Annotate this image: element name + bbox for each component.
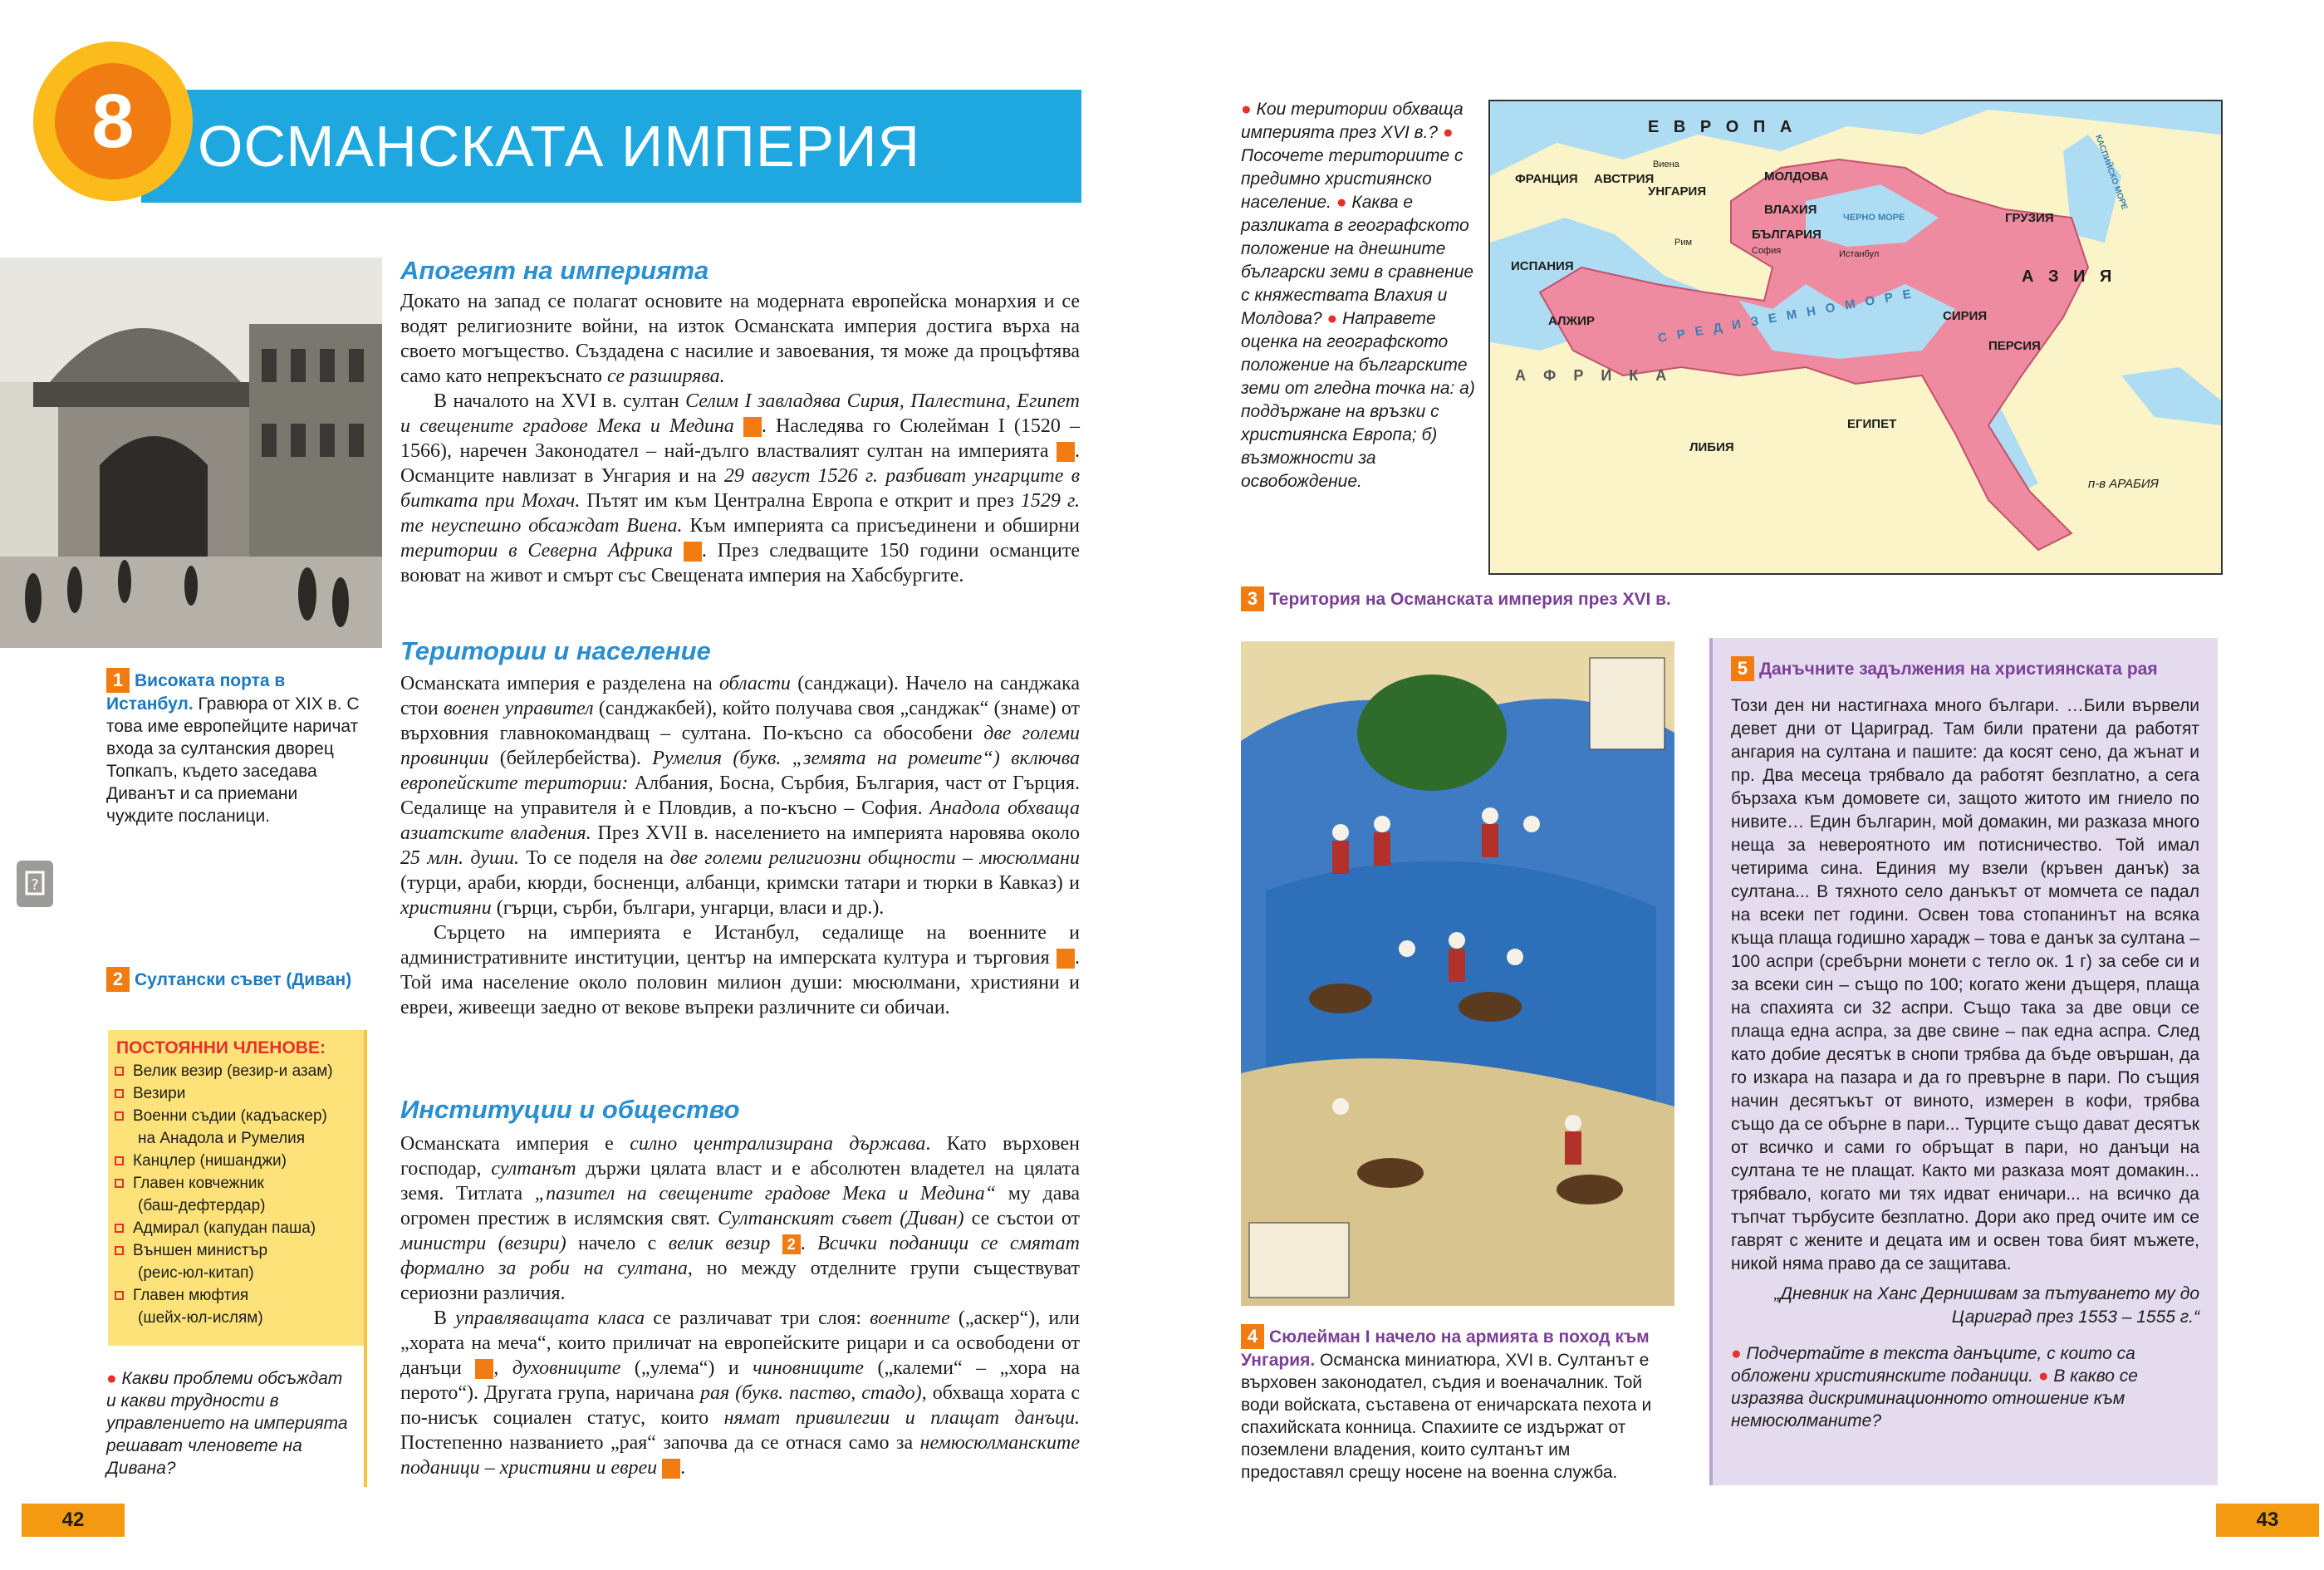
tax-source-box: 5 Данъчните задължения на християнската р…	[1713, 638, 2218, 1485]
map-label-istanbul: Истанбул	[1839, 249, 1880, 259]
map-question-3: Каква е разликата в географското положен…	[1241, 193, 1474, 328]
map-label-hungary: УНГАРИЯ	[1648, 184, 1707, 199]
tax-questions: ● Подчертайте в текста данъците, с които…	[1731, 1344, 2138, 1430]
bullet-square-icon	[115, 1246, 124, 1255]
bullet-square-icon	[115, 1089, 124, 1098]
divan-member-label: Адмирал (капудан паша)	[133, 1219, 316, 1237]
caption-3-number: 3	[1241, 586, 1264, 611]
divan-member: на Анадола и Румелия	[108, 1127, 364, 1150]
caption-3: 3 Територия на Османската империя през XV…	[1241, 586, 1706, 611]
divan-member: (баш-дефтердар)	[108, 1195, 364, 1217]
map-label-egypt: ЕГИПЕТ	[1847, 417, 1897, 431]
caption-1: 1 Високата порта в Истанбул. Гравюра от X…	[106, 668, 364, 827]
divan-member: Адмирал (капудан паша)	[108, 1217, 364, 1239]
map-label-france: ФРАНЦИЯ	[1515, 172, 1578, 186]
caption-4-text: Османска миниатюра, XVI в. Султанът е въ…	[1241, 1351, 1652, 1482]
map-question-1: Кои територии обхваща империята през XVI…	[1241, 100, 1464, 142]
chapter-number: 8	[55, 63, 171, 179]
divan-member-label: Главен ковчежник	[133, 1175, 264, 1192]
divan-members-box: ПОСТОЯННИ ЧЛЕНОВЕ: Велик везир (везир-и …	[108, 1030, 364, 1346]
map-label-black-sea: ЧЕРНО МОРЕ	[1843, 213, 1905, 223]
map-label-syria: СИРИЯ	[1943, 309, 1988, 323]
divan-member-label: Везири	[133, 1085, 186, 1102]
divan-member: Военни съдии (кадъаскер)	[108, 1105, 364, 1127]
map-label-moldova: МОЛДОВА	[1764, 169, 1829, 184]
tax-source-text: Този ден ни настигнаха много българи. …Б…	[1731, 696, 2199, 1273]
divan-member: Главен мюфтия	[108, 1284, 364, 1307]
map-label-bulgaria: БЪЛГАРИЯ	[1752, 228, 1821, 242]
caption-3-title: Територия на Османската империя през XVI…	[1269, 590, 1671, 609]
caption-5: 5 Данъчните задължения на християнската р…	[1731, 656, 2204, 681]
map-label-africa: А Ф Р И К А	[1515, 367, 1674, 384]
bullet-square-icon	[115, 1111, 124, 1121]
map-label-sofia: София	[1752, 246, 1782, 256]
page-number-left: 42	[22, 1504, 125, 1537]
map-questions: ● Кои територии обхваща империята през X…	[1241, 100, 1475, 491]
map-label-wallachia: ВЛАХИЯ	[1764, 203, 1817, 217]
section-2-title: Територии и население	[400, 636, 711, 665]
section-3-title: Институции и общество	[400, 1095, 740, 1124]
source-box-rule	[1709, 638, 1713, 1485]
svg-text:?: ?	[31, 876, 39, 894]
bullet-square-icon	[115, 1179, 124, 1188]
divan-list: Велик везир (везир-и азам) Везири Военни с…	[108, 1060, 364, 1329]
tax-source-citation: „Дневник на Ханс Дернишвам за пътуването…	[1774, 1284, 2199, 1327]
divan-member-label: Главен мюфтия	[133, 1287, 249, 1304]
caption-5-number: 5	[1731, 656, 1754, 681]
divan-heading: ПОСТОЯННИ ЧЛЕНОВЕ:	[116, 1038, 326, 1057]
question-left-text: Какви проблеми обсъждат и какви трудност…	[106, 1369, 348, 1478]
map-label-spain: ИСПАНИЯ	[1511, 259, 1574, 273]
suleiman-miniature	[1241, 641, 1674, 1306]
divan-member: Везири	[108, 1082, 364, 1105]
ottoman-empire-map: Е В Р О П А А З И Я А Ф Р И К А С Р Е Д …	[1488, 100, 2223, 575]
section-2-text: Османската империя е разделена на област…	[400, 673, 1099, 1018]
divan-member-label: Велик везир (везир-и азам)	[133, 1062, 333, 1080]
divan-member: Канцлер (нишанджи)	[108, 1150, 364, 1172]
map-label-libya: ЛИБИЯ	[1689, 440, 1734, 454]
caption-5-title: Данъчните задължения на християнската ра…	[1759, 660, 2158, 679]
divan-member-label: Външен министър	[133, 1242, 268, 1259]
bullet-square-icon	[115, 1224, 124, 1233]
map-label-algeria: АЛЖИР	[1548, 314, 1595, 328]
divan-member: Външен министър	[108, 1239, 364, 1262]
map-label-arabia: п-в АРАБИЯ	[2088, 477, 2159, 491]
bullet-square-icon	[115, 1291, 124, 1300]
caption-2: 2 Султански съвет (Диван)	[106, 967, 355, 992]
section-3-text: Османската империя е силно централизиран…	[400, 1133, 1081, 1479]
map-label-georgia: ГРУЗИЯ	[2005, 211, 2054, 225]
divan-member-label: Военни съдии (кадъаскер)	[133, 1107, 327, 1125]
bullet-square-icon	[115, 1156, 124, 1165]
help-icon[interactable]: ?	[17, 861, 53, 907]
divan-member-label: (реис-юл-китап)	[138, 1264, 254, 1282]
divan-member: Главен ковчежник	[108, 1172, 364, 1195]
section-1-text: Докато на запад се полагат основите на м…	[400, 291, 1099, 586]
map-label-rome: Рим	[1674, 238, 1693, 248]
divan-member: (реис-юл-китап)	[108, 1262, 364, 1284]
sublime-porte-engraving	[0, 258, 382, 648]
caption-2-number: 2	[106, 967, 130, 992]
caption-1-text: Гравюра от XIX в. С това име европейците…	[106, 694, 360, 826]
divan-member-label: Канцлер (нишанджи)	[133, 1152, 287, 1170]
divan-member-label: на Анадола и Румелия	[138, 1130, 306, 1147]
map-question-4: Направете оценка на географското положен…	[1241, 309, 1475, 491]
caption-2-title: Султански съвет (Диван)	[135, 970, 352, 989]
caption-4-number: 4	[1241, 1324, 1264, 1349]
page-number-right: 43	[2216, 1504, 2319, 1537]
divan-member: Велик везир (везир-и азам)	[108, 1060, 364, 1082]
map-label-austria: АВСТРИЯ	[1594, 172, 1655, 186]
chapter-title: ОСМАНСКАТА ИМПЕРИЯ	[198, 114, 921, 179]
margin-rule	[364, 1030, 367, 1487]
caption-4: 4 Сюлейман I начело на армията в поход къ…	[1241, 1324, 1673, 1484]
map-label-europe: Е В Р О П А	[1648, 118, 1797, 136]
caption-1-number: 1	[106, 668, 130, 693]
question-left: ● Какви проблеми обсъждат и какви трудно…	[106, 1369, 348, 1478]
map-label-persia: ПЕРСИЯ	[1988, 339, 2041, 353]
map-label-asia: А З И Я	[2022, 267, 2117, 286]
divan-member-label: (баш-дефтердар)	[138, 1197, 266, 1214]
divan-member: (шейх-юл-ислям)	[108, 1307, 364, 1329]
bullet-square-icon	[115, 1067, 124, 1076]
map-label-vienna: Виена	[1653, 159, 1679, 169]
section-1-title: Апогеят на империята	[400, 256, 709, 285]
divan-member-label: (шейх-юл-ислям)	[138, 1309, 263, 1327]
